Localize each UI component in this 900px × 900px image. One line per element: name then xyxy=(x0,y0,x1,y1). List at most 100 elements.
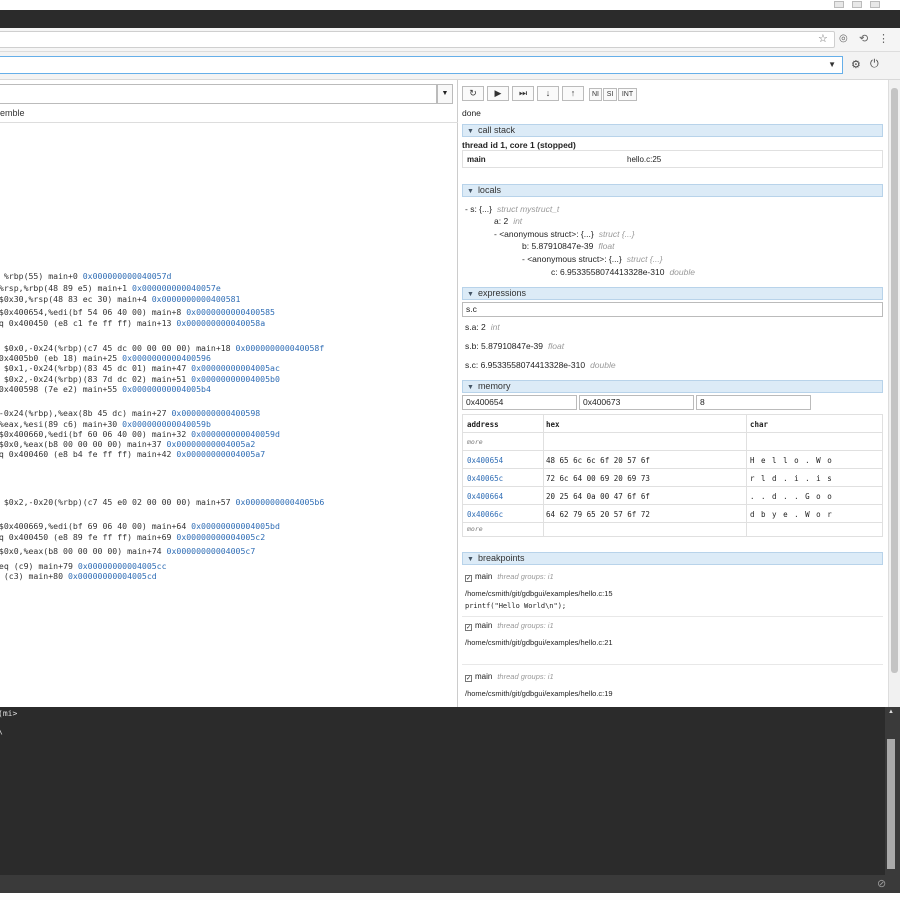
instruction-address[interactable]: 0x00000000004005cd xyxy=(68,571,157,581)
breakpoint-checkbox[interactable]: ✓ xyxy=(465,624,472,631)
memory-address[interactable]: 0x40066c xyxy=(467,510,503,519)
instruction-text: l $0x1,-0x24(%rbp)(83 45 dc 01) main+47 xyxy=(0,363,192,373)
instruction-address[interactable]: 0x0000000000400585 xyxy=(186,307,275,317)
instruction-address[interactable]: 0x00000000004005cc xyxy=(78,561,167,571)
breakpoints-header[interactable]: ▼ breakpoints xyxy=(462,552,883,565)
extension-icon[interactable]: ◎ xyxy=(839,33,848,45)
arrow-up-icon[interactable]: ▲ xyxy=(888,709,894,715)
instruction-address[interactable]: 0x00000000004005a2 xyxy=(167,439,256,449)
scroll-thumb[interactable] xyxy=(891,88,898,673)
instruction-address[interactable]: 0x00000000004005b0 xyxy=(191,374,280,384)
assembly-line: $0x0,%eax(b8 00 00 00 00) main+37 0x0000… xyxy=(0,439,255,449)
instruction-address[interactable]: 0x000000000040057d xyxy=(83,271,172,281)
expression-sa: s.a: 2 int xyxy=(465,322,500,332)
instruction-address[interactable]: 0x00000000004005b4 xyxy=(122,384,211,394)
callstack-title: call stack xyxy=(477,125,515,135)
local-anon-1-label: - <anonymous struct>: {...} xyxy=(494,229,594,239)
ni-button[interactable]: NI xyxy=(589,88,602,101)
local-s[interactable]: - s: {...} struct mystruct_t xyxy=(465,204,559,214)
instruction-address[interactable]: 0x0000000000400581 xyxy=(152,294,241,304)
refresh-button[interactable]: ↻ xyxy=(462,86,484,101)
disassemble-toggle[interactable]: emble xyxy=(0,108,25,118)
memory-header[interactable]: ▼ memory xyxy=(462,380,883,393)
expressions-header[interactable]: ▼ expressions xyxy=(462,287,883,300)
local-anon-2-label: - <anonymous struct>: {...} xyxy=(522,254,622,264)
memory-address[interactable]: 0x400654 xyxy=(467,456,503,465)
instruction-address[interactable]: 0x000000000040058a xyxy=(176,318,265,328)
instruction-text: 0x400598 (7e e2) main+55 xyxy=(0,384,123,394)
si-button[interactable]: SI xyxy=(603,88,617,101)
source-pane: ▼ emble n %rbp(55) main+0 0x000000000040… xyxy=(0,80,458,707)
breakpoint-checkbox[interactable]: ✓ xyxy=(465,575,472,582)
next-button[interactable]: ⏭ xyxy=(512,86,534,101)
instruction-address[interactable]: 0x000000000040059d xyxy=(191,429,280,439)
memory-end-input[interactable]: 0x400673 xyxy=(579,395,694,410)
instruction-address[interactable]: 0x000000000040059b xyxy=(122,419,211,429)
instruction-text: l $0x0,-0x24(%rbp)(c7 45 dc 00 00 00 00)… xyxy=(0,343,236,353)
sync-icon[interactable]: ⟲ xyxy=(859,33,868,45)
minimize-icon[interactable] xyxy=(834,1,844,8)
instruction-text: $0x400660,%edi(bf 60 06 40 00) main+32 xyxy=(0,429,192,439)
star-icon[interactable]: ☆ xyxy=(818,33,828,45)
callstack-frame[interactable]: main hello.c:25 xyxy=(462,150,883,168)
callstack-header[interactable]: ▼ call stack xyxy=(462,124,883,137)
memory-hex: 48 65 6c 6c 6f 20 57 6f xyxy=(546,456,650,465)
assembly-line: $0x0,%eax(b8 00 00 00 00) main+74 0x0000… xyxy=(0,546,255,556)
chevron-down-icon: ▼ xyxy=(467,188,474,195)
instruction-address[interactable]: 0x000000000040057e xyxy=(132,283,221,293)
locals-header[interactable]: ▼ locals xyxy=(462,184,883,197)
breakpoint-path[interactable]: /home/csmith/git/gdbgui/examples/hello.c… xyxy=(465,638,613,647)
memory-start-input[interactable]: 0x400654 xyxy=(462,395,577,410)
local-anon-1-type: struct {...} xyxy=(598,229,635,239)
memory-address[interactable]: 0x400664 xyxy=(467,492,503,501)
assembly-line: veq (c9) main+79 0x00000000004005cc xyxy=(0,561,167,571)
breakpoint-path[interactable]: /home/csmith/git/gdbgui/examples/hello.c… xyxy=(465,689,613,698)
chevron-down-icon: ▼ xyxy=(467,128,474,135)
maximize-icon[interactable] xyxy=(852,1,862,8)
instruction-address[interactable]: 0x00000000004005c7 xyxy=(167,546,256,556)
divider xyxy=(462,664,883,665)
expression-input[interactable]: s.c xyxy=(462,302,883,317)
instruction-address[interactable]: 0x000000000040058f xyxy=(236,343,325,353)
close-icon[interactable] xyxy=(870,1,880,8)
instruction-address[interactable]: 0x00000000004005b6 xyxy=(236,497,325,507)
debug-panel xyxy=(458,80,888,707)
gear-icon[interactable]: ⚙ xyxy=(851,58,861,71)
memory-address[interactable]: 0x40065c xyxy=(467,474,503,483)
instruction-address[interactable]: 0x00000000004005bd xyxy=(191,521,280,531)
power-icon[interactable]: ⏻ xyxy=(870,58,879,71)
instruction-address[interactable]: 0x0000000000400596 xyxy=(122,353,211,363)
instruction-text: -0x24(%rbp),%eax(8b 45 dc) main+27 xyxy=(0,408,172,418)
divider xyxy=(0,122,458,123)
chevron-down-icon[interactable]: ▼ xyxy=(828,60,836,69)
local-anon-1[interactable]: - <anonymous struct>: {...} struct {...} xyxy=(494,229,635,239)
divider xyxy=(462,616,883,617)
breakpoint-path[interactable]: /home/csmith/git/gdbgui/examples/hello.c… xyxy=(465,589,613,598)
terminal-scrollbar[interactable]: ▲ xyxy=(885,707,900,875)
address-input[interactable] xyxy=(0,31,835,48)
assembly-line: 0x400598 (7e e2) main+55 0x0000000000400… xyxy=(0,384,211,394)
chevron-down-icon[interactable]: ▼ xyxy=(437,84,453,104)
continue-button[interactable]: ▶ xyxy=(487,86,509,101)
instruction-address[interactable]: 0x0000000000400598 xyxy=(171,408,260,418)
memory-more-top[interactable]: more xyxy=(467,438,483,446)
menu-icon[interactable]: ⋮ xyxy=(878,33,889,45)
int-button[interactable]: INT xyxy=(618,88,637,101)
right-scrollbar[interactable] xyxy=(888,80,900,707)
instruction-address[interactable]: 0x00000000004005c2 xyxy=(176,532,265,542)
local-anon-2[interactable]: - <anonymous struct>: {...} struct {...} xyxy=(522,254,663,264)
memory-char: d b y e . W o r xyxy=(750,510,833,519)
gdb-terminal[interactable]: (mi> \ xyxy=(0,707,885,875)
scroll-thumb[interactable] xyxy=(887,739,895,869)
return-button[interactable]: ↑ xyxy=(562,86,584,101)
binary-path-input[interactable]: ▼ xyxy=(0,56,843,74)
breakpoint-checkbox[interactable]: ✓ xyxy=(465,675,472,682)
memory-bytes-input[interactable]: 8 xyxy=(696,395,811,410)
source-file-input[interactable] xyxy=(0,84,437,104)
step-button[interactable]: ↓ xyxy=(537,86,559,101)
clear-icon[interactable]: ⊘ xyxy=(877,877,886,890)
status-text: done xyxy=(462,108,481,118)
instruction-address[interactable]: 0x00000000004005ac xyxy=(191,363,280,373)
instruction-address[interactable]: 0x00000000004005a7 xyxy=(176,449,265,459)
memory-more-bottom[interactable]: more xyxy=(467,525,483,533)
